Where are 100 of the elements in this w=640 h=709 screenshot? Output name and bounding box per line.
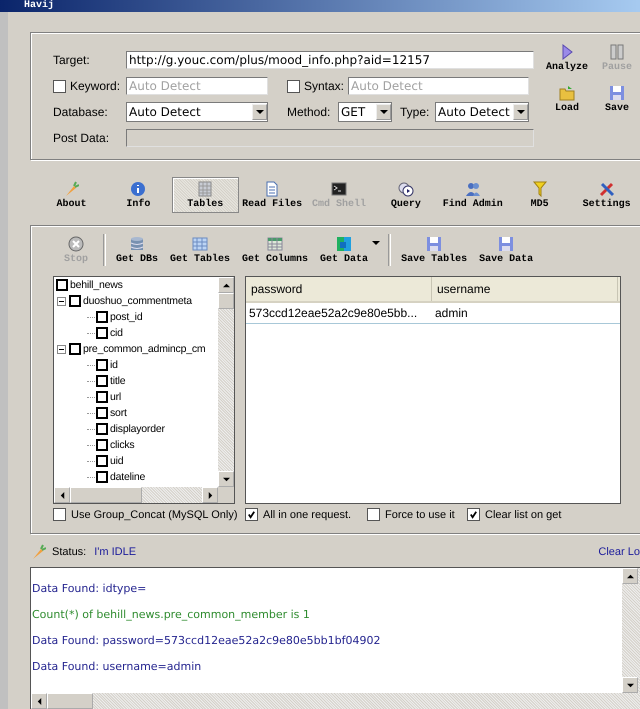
toolbar-tab[interactable]: MD5 <box>506 177 574 213</box>
checkbox[interactable] <box>53 80 66 92</box>
checkbox-label: Use Group_Concat (MySQL Only) <box>71 508 238 520</box>
clear-log-link[interactable]: Clear Lo <box>598 546 640 558</box>
checkbox[interactable] <box>96 375 108 387</box>
scrollbar[interactable] <box>54 487 234 503</box>
dropdown-arrow-icon[interactable] <box>372 240 380 246</box>
checkbox[interactable] <box>96 359 108 371</box>
scrollbar[interactable] <box>622 568 640 693</box>
database-dropdown[interactable]: Auto Detect <box>126 102 268 122</box>
carrot-icon <box>30 544 46 560</box>
scroll-up-icon[interactable] <box>626 572 634 580</box>
status-label: Status: <box>52 546 86 558</box>
checkbox[interactable] <box>245 508 258 521</box>
scroll-up-icon[interactable] <box>222 282 230 288</box>
toolbar-tab[interactable]: Query <box>372 177 440 213</box>
table-cell-text: 573ccd12eae52a2c9e80e5bb... <box>248 305 418 322</box>
checkbox[interactable] <box>96 311 108 323</box>
carrot-icon <box>63 180 80 196</box>
toolbar-button[interactable]: Get Tables <box>164 234 236 266</box>
checkbox[interactable] <box>69 343 81 355</box>
query-icon <box>398 180 414 196</box>
checkbox[interactable] <box>96 439 108 451</box>
scroll-down-icon[interactable] <box>626 682 634 688</box>
table-cell-text: admin <box>434 305 469 322</box>
collapse-toggle-icon[interactable] <box>57 296 66 306</box>
checkbox[interactable] <box>96 327 108 339</box>
checkbox[interactable] <box>69 295 81 307</box>
scroll-left-icon[interactable] <box>36 698 42 704</box>
floppy-icon <box>498 236 514 252</box>
document-icon <box>264 180 280 196</box>
checkbox-label: Keyword: <box>70 79 122 93</box>
scrollbar[interactable] <box>218 277 234 487</box>
toolbar-button[interactable]: Save Tables <box>395 234 474 266</box>
toolbar-tab[interactable]: Read Files <box>238 177 306 213</box>
users-icon <box>464 180 481 196</box>
stop-icon <box>68 236 84 252</box>
tree-item[interactable]: uid <box>110 455 124 467</box>
tree-item[interactable]: displayorder <box>110 423 165 435</box>
log-line: Count(*) of behill_news.pre_common_member is 1 <box>32 608 311 623</box>
analyze-button[interactable]: Analyze <box>540 42 594 75</box>
terminal-icon <box>331 180 347 196</box>
tree-item[interactable]: behill_news <box>70 279 123 291</box>
info-icon <box>130 180 146 196</box>
grid-icon <box>267 236 284 252</box>
tree-item[interactable]: clicks <box>110 439 134 451</box>
checkbox[interactable] <box>96 407 108 419</box>
tree-item[interactable]: id <box>110 359 118 371</box>
tree-item[interactable]: title <box>110 375 126 387</box>
scroll-thumb[interactable] <box>218 293 234 309</box>
tools-icon <box>598 180 615 196</box>
window-title: Havij <box>24 0 54 12</box>
scroll-thumb[interactable] <box>70 487 142 503</box>
checkbox[interactable] <box>96 455 108 467</box>
tree-item[interactable]: dateline <box>110 471 146 483</box>
scroll-left-icon[interactable] <box>58 492 66 498</box>
toolbar-tab[interactable]: Tables <box>172 177 239 213</box>
checkbox[interactable] <box>96 391 108 403</box>
load-button[interactable]: Load <box>540 83 594 116</box>
checkbox[interactable] <box>287 80 300 92</box>
toolbar-tab[interactable]: About <box>38 177 105 213</box>
tree-item[interactable]: post_id <box>110 311 142 323</box>
toolbar-button[interactable]: Get Columns <box>236 234 314 266</box>
collapse-toggle-icon[interactable] <box>57 344 66 354</box>
save-button[interactable]: Save <box>594 83 640 116</box>
toolbar-tab[interactable]: Settings <box>573 177 640 213</box>
floppy-icon <box>609 85 625 101</box>
log-line: Data Found: username=admin <box>32 660 202 675</box>
tree-item[interactable]: cid <box>110 327 123 339</box>
checkbox[interactable] <box>96 423 108 435</box>
target-field[interactable]: http://g.youc.com/plus/mood_info.php?aid=12157 <box>126 51 534 69</box>
scroll-right-icon[interactable] <box>206 492 214 498</box>
column-header[interactable]: username <box>432 277 618 301</box>
type-dropdown[interactable]: Auto Detect <box>435 102 529 122</box>
field-label: Type: <box>400 105 430 119</box>
toolbar-tab[interactable]: Info <box>104 177 172 213</box>
checkbox-label: Force to use it <box>385 508 455 520</box>
scrollbar[interactable] <box>31 693 640 709</box>
column-header[interactable]: password <box>246 277 432 301</box>
toolbar-button[interactable]: Save Data <box>473 234 540 266</box>
folder-icon <box>559 85 575 101</box>
toolbar-button[interactable]: Get Data <box>314 234 374 266</box>
tree-item[interactable]: duoshuo_commentmeta <box>83 295 192 307</box>
tree-item[interactable]: pre_common_admincp_cm <box>83 343 206 355</box>
scroll-down-icon[interactable] <box>222 476 230 482</box>
checkbox[interactable] <box>53 508 66 521</box>
floppy-icon <box>426 236 442 252</box>
checkbox[interactable] <box>56 279 68 291</box>
tree-item[interactable]: url <box>110 391 122 403</box>
checkbox[interactable] <box>367 508 380 521</box>
blocks-icon <box>336 236 352 252</box>
tree-item[interactable]: sort <box>110 407 127 419</box>
checkbox[interactable] <box>96 471 108 483</box>
scroll-thumb[interactable] <box>47 693 93 709</box>
toolbar-tab[interactable]: Find Admin <box>439 177 506 213</box>
toolbar-button[interactable]: Get DBs <box>110 234 164 266</box>
checkbox[interactable] <box>467 508 480 521</box>
grid-icon <box>192 236 208 252</box>
method-dropdown[interactable]: GET <box>338 102 392 122</box>
field-label: Target: <box>53 53 91 67</box>
